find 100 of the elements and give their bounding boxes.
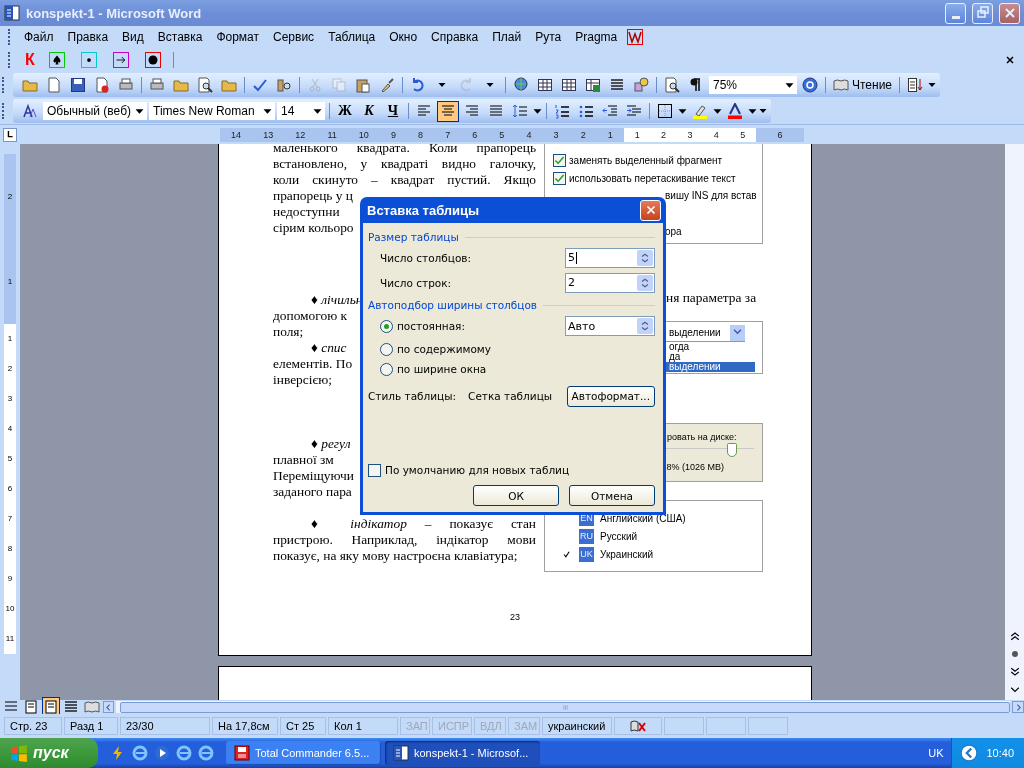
taskbar-button[interactable]: Total Commander 6.5... — [226, 741, 381, 765]
menu-item[interactable]: Рута — [528, 28, 569, 46]
book-x-icon — [630, 718, 646, 734]
menu-item[interactable]: Сервис — [266, 28, 322, 46]
spin-icon — [639, 276, 651, 289]
ruler-number: 14 — [231, 129, 242, 140]
status-cell — [748, 717, 788, 735]
columns-icon — [609, 77, 625, 93]
arrow-button[interactable] — [112, 52, 129, 68]
ruler-number: 8 — [418, 129, 424, 140]
zoom-combo[interactable]: 75% — [709, 76, 797, 94]
ruler-number: 6 — [777, 129, 783, 140]
body-text: недоступни — [273, 204, 340, 220]
body-text: ♦ індікатор – показує стан — [310, 516, 536, 532]
ruler-number: 9 — [390, 129, 396, 140]
radio-label: по ширине окна — [397, 363, 487, 375]
menu-item[interactable]: Плай — [485, 28, 529, 46]
menu-item[interactable]: Вставка — [150, 28, 210, 46]
ruler-number: 7 — [445, 129, 451, 140]
ruler-number: 9 — [7, 575, 13, 583]
checkbox[interactable] — [553, 153, 566, 167]
status-mode: ВДЛ — [474, 717, 506, 735]
size-combo[interactable]: 14 — [277, 102, 325, 120]
font-combo[interactable]: Times New Roman — [149, 102, 275, 120]
list-option: да — [665, 352, 755, 362]
width-field[interactable]: Авто — [565, 316, 655, 336]
status-field: Ст 25 — [280, 717, 326, 735]
align-center-button[interactable] — [437, 100, 459, 122]
ruler-number: 4 — [713, 129, 719, 140]
paste-icon — [355, 77, 371, 93]
body-text: елементів. По — [273, 356, 353, 372]
open-icon — [22, 77, 38, 93]
hyperlink-icon — [513, 77, 529, 93]
columns-field[interactable]: 5 — [565, 247, 655, 268]
format-painter-icon — [379, 77, 395, 93]
check-icon — [554, 154, 565, 166]
page-icon — [43, 699, 60, 715]
body-text: інверсією; — [273, 372, 332, 388]
ruler-number: 2 — [7, 365, 13, 373]
circle-icon — [146, 54, 159, 66]
menu-item[interactable]: Pragma — [568, 28, 625, 46]
menu-item[interactable]: Формат — [209, 28, 267, 46]
browser-icon — [176, 745, 192, 761]
underline-button[interactable]: Ч — [382, 100, 404, 122]
radio-button[interactable] — [380, 319, 393, 333]
browser-icon — [198, 745, 214, 761]
list-option: огда — [665, 342, 755, 352]
style-combo[interactable]: Обычный (веб) — [43, 102, 147, 120]
menu-item[interactable]: Таблица — [321, 28, 383, 46]
dot-button[interactable] — [80, 52, 97, 68]
left-icon — [103, 702, 113, 712]
ruler-number: 13 — [263, 129, 274, 140]
reading-view-icon — [83, 699, 100, 715]
scroll-right-button[interactable] — [1012, 701, 1024, 713]
clock: 10:40 — [986, 747, 1014, 759]
body-text: Переміщуючи — [273, 468, 354, 484]
radio-button[interactable] — [380, 362, 393, 376]
caret-icon — [678, 106, 687, 116]
autoformat-button[interactable]: Автоформат... — [566, 385, 655, 407]
scroll-left-button[interactable] — [102, 701, 115, 713]
minimize-button[interactable] — [945, 2, 966, 24]
menu-item[interactable]: Окно — [382, 28, 425, 46]
ruler-number: 11 — [327, 129, 337, 140]
body-text: сірим кольоро — [273, 220, 354, 236]
ruler-number: 8 — [7, 545, 13, 553]
checkbox[interactable] — [553, 171, 566, 185]
circle-button[interactable] — [144, 52, 161, 68]
rows-field[interactable]: 2 — [565, 272, 655, 293]
start-button[interactable]: пуск — [0, 738, 98, 768]
menu-item[interactable]: Правка — [60, 28, 116, 46]
ruler-number: 1 — [7, 277, 13, 286]
minimize-icon — [951, 15, 960, 19]
italic-button[interactable]: К — [358, 100, 380, 122]
caret-icon — [533, 106, 542, 116]
caret-icon — [748, 106, 757, 116]
status-cell — [664, 717, 704, 735]
grip-icon — [560, 702, 570, 712]
group-label: Размер таблицы — [368, 231, 459, 243]
menu-item[interactable]: Файл — [17, 28, 61, 46]
dialog-close-button[interactable] — [640, 199, 661, 221]
radio-button[interactable] — [380, 342, 393, 356]
menu-item[interactable]: Справка — [424, 28, 486, 46]
help-button[interactable] — [799, 74, 821, 96]
taskbar-button[interactable]: konspekt-1 - Microsof... — [385, 741, 540, 765]
option-label: использовать перетаскивание текст — [569, 172, 736, 184]
new-document-icon — [46, 77, 62, 93]
bold-button[interactable]: Ж — [334, 100, 356, 122]
menu-item[interactable]: Вид — [115, 28, 151, 46]
close-icon — [1004, 54, 1016, 66]
ok-button[interactable]: ОК — [473, 485, 559, 506]
reading-button[interactable]: Чтение — [830, 74, 896, 96]
restore-button[interactable] — [972, 2, 993, 24]
checkbox[interactable] — [368, 463, 381, 477]
ruler-number: 4 — [7, 425, 13, 433]
tab-selector[interactable] — [3, 127, 17, 142]
body-text: прапорець у ц — [273, 188, 353, 204]
cancel-button[interactable]: Отмена — [569, 485, 655, 506]
close-button[interactable] — [999, 2, 1020, 24]
language-indicator[interactable]: UK — [928, 747, 944, 759]
spade-button[interactable] — [48, 52, 65, 68]
